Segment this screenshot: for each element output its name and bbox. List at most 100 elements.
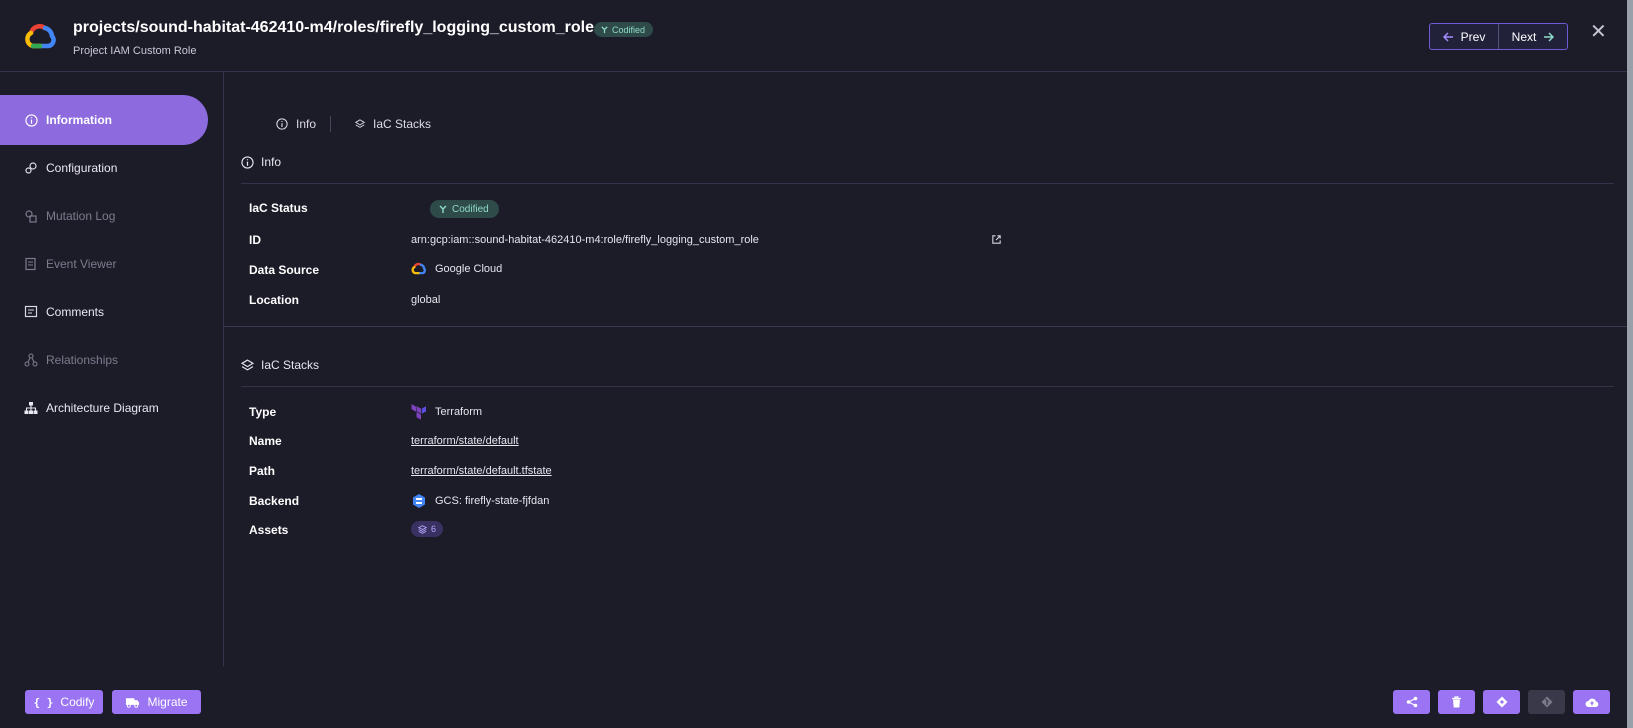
sidebar-item-label: Mutation Log: [46, 209, 116, 223]
backend-label: Backend: [249, 494, 300, 508]
arrow-left-icon: [1442, 31, 1453, 42]
share-button[interactable]: [1393, 690, 1430, 714]
id-value: arn:gcp:iam::sound-habitat-462410-m4:rol…: [411, 234, 759, 246]
type-value: Terraform: [411, 404, 482, 420]
sidebar-item-label: Relationships: [46, 353, 119, 367]
tab-label: IaC Stacks: [373, 117, 432, 131]
sidebar-item-event-viewer[interactable]: Event Viewer: [0, 239, 208, 289]
sidebar-item-mutation-log[interactable]: Mutation Log: [0, 191, 208, 241]
info-icon: [276, 118, 288, 130]
info-section-title: Info: [241, 155, 281, 169]
diamond-icon: [1496, 696, 1507, 708]
section-tabs: Info IaC Stacks: [262, 116, 445, 132]
sidebar: Information Configuration Mutation Log E…: [0, 72, 224, 666]
delete-button[interactable]: [1438, 690, 1475, 714]
migrate-label: Migrate: [147, 695, 188, 709]
tab-info[interactable]: Info: [262, 116, 330, 132]
git-button[interactable]: [1528, 690, 1565, 714]
truck-icon: [126, 698, 140, 708]
type-label: Type: [249, 405, 277, 419]
name-label: Name: [249, 434, 282, 448]
location-value: global: [411, 294, 441, 306]
divider: [241, 183, 1614, 184]
sidebar-item-label: Architecture Diagram: [46, 401, 159, 415]
tab-iac-stacks[interactable]: IaC Stacks: [330, 116, 445, 132]
terraform-icon: [411, 404, 426, 420]
migrate-button[interactable]: Migrate: [112, 690, 201, 714]
branch-icon: [601, 26, 608, 34]
section-title-label: IaC Stacks: [261, 358, 320, 372]
sidebar-item-architecture-diagram[interactable]: Architecture Diagram: [0, 383, 208, 433]
type-text: Terraform: [435, 406, 483, 418]
layers-icon: [241, 358, 254, 371]
prev-next-nav: Prev Next: [1429, 23, 1568, 50]
next-button[interactable]: Next: [1499, 24, 1567, 49]
iac-status-label: IaC Status: [249, 201, 308, 215]
close-button[interactable]: ✕: [1590, 20, 1607, 44]
branch-icon: [439, 205, 447, 213]
history-icon: [24, 209, 38, 223]
info-icon: [24, 113, 38, 127]
path-label: Path: [249, 464, 276, 478]
sidebar-item-configuration[interactable]: Configuration: [0, 143, 208, 193]
status-label: Codified: [452, 203, 489, 215]
modal-footer: { } Codify Migrate: [0, 666, 1627, 728]
assets-label: Assets: [249, 523, 289, 537]
sidebar-item-label: Configuration: [46, 161, 118, 175]
state-name-link[interactable]: terraform/state/default: [411, 435, 519, 447]
comments-icon: [24, 305, 38, 319]
layers-icon: [355, 119, 366, 128]
share-icon: [1406, 696, 1417, 708]
codified-badge-label: Codified: [612, 24, 646, 35]
resource-title: projects/sound-habitat-462410-m4/roles/f…: [73, 19, 595, 36]
external-link-icon[interactable]: [991, 234, 1002, 245]
arrow-right-icon: [1544, 31, 1555, 42]
data-source-text: Google Cloud: [435, 262, 503, 275]
assets-count-badge[interactable]: 6: [411, 521, 444, 537]
tab-label: Info: [296, 117, 317, 131]
sidebar-item-information[interactable]: Information: [0, 95, 208, 145]
google-cloud-logo-icon: [25, 24, 56, 49]
sidebar-item-relationships[interactable]: Relationships: [0, 335, 208, 385]
sitemap-icon: [24, 401, 38, 415]
relationships-icon: [24, 353, 38, 367]
id-label: ID: [249, 233, 261, 247]
layers-icon: [418, 524, 427, 534]
next-label: Next: [1511, 29, 1537, 44]
gcs-bucket-icon: [413, 494, 425, 508]
main-content: Info IaC Stacks Info IaC Status Codified…: [224, 72, 1627, 666]
codified-badge: Codified: [594, 22, 654, 37]
window-edge: [1627, 0, 1633, 728]
modal-header: projects/sound-habitat-462410-m4/roles/f…: [0, 0, 1627, 72]
braces-icon: { }: [33, 695, 54, 709]
divider: [241, 386, 1614, 387]
diamond-button[interactable]: [1483, 690, 1520, 714]
trash-icon: [1452, 696, 1461, 708]
iac-stacks-section-title: IaC Stacks: [241, 358, 319, 372]
sidebar-item-label: Comments: [46, 305, 105, 319]
cloud-upload-icon: [1585, 698, 1598, 707]
resource-type-subtitle: Project IAM Custom Role: [73, 45, 197, 57]
codify-label: Codify: [60, 695, 95, 709]
cloud-upload-button[interactable]: [1573, 690, 1610, 714]
sidebar-item-label: Information: [46, 113, 112, 127]
data-source-value: Google Cloud: [411, 262, 502, 275]
sidebar-item-comments[interactable]: Comments: [0, 287, 208, 337]
event-icon: [24, 257, 38, 271]
backend-value: GCS: firefly-state-fjfdan: [411, 493, 549, 509]
section-title-label: Info: [261, 155, 282, 169]
prev-label: Prev: [1460, 29, 1486, 44]
state-path-link[interactable]: terraform/state/default.tfstate: [411, 465, 552, 477]
iac-status-value: Codified: [430, 200, 499, 218]
git-icon: [1541, 696, 1552, 708]
sidebar-item-label: Event Viewer: [46, 257, 117, 271]
asset-modal: projects/sound-habitat-462410-m4/roles/f…: [0, 0, 1627, 728]
prev-button[interactable]: Prev: [1430, 24, 1499, 49]
data-source-label: Data Source: [249, 263, 320, 277]
codify-button[interactable]: { } Codify: [25, 690, 103, 714]
codified-status-badge: Codified: [430, 200, 499, 218]
location-label: Location: [249, 293, 299, 307]
google-cloud-icon: [411, 262, 426, 275]
assets-value: 6: [411, 521, 444, 537]
backend-text: GCS: firefly-state-fjfdan: [435, 495, 550, 507]
